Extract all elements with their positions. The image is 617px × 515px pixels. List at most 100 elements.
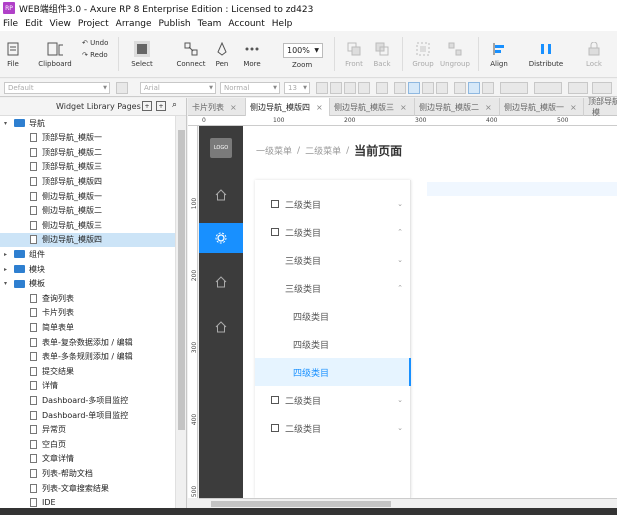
- page-tab[interactable]: 侧边导航_模版一 ×: [500, 98, 584, 116]
- tree-page[interactable]: Dashboard-单项目监控: [0, 408, 175, 422]
- connect-button[interactable]: Connect: [176, 31, 206, 78]
- tree-page[interactable]: 异常页: [0, 423, 175, 437]
- canvas-h-scrollbar[interactable]: [199, 498, 617, 508]
- chevron-down-icon[interactable]: ▾: [4, 120, 7, 127]
- undo-button[interactable]: ↶ Undo: [82, 39, 108, 47]
- tree-page[interactable]: 侧边导航_模版三: [0, 218, 175, 232]
- nav-home-item[interactable]: [199, 180, 243, 210]
- side-menu-item[interactable]: 三级类目 ⌃: [255, 274, 411, 302]
- line-color-button[interactable]: [534, 82, 562, 94]
- side-menu-item[interactable]: 二级类目 ⌄: [255, 190, 411, 218]
- redo-button[interactable]: ↷ Redo: [82, 51, 108, 59]
- pen-button[interactable]: Pen: [212, 31, 232, 78]
- tree-page[interactable]: 顶部导航_模版二: [0, 145, 175, 159]
- tree-page[interactable]: 提交结果: [0, 364, 175, 378]
- side-menu-item[interactable]: 二级类目 ⌄: [255, 414, 411, 442]
- zoom-select[interactable]: 100% ▼: [283, 43, 323, 58]
- tree-folder[interactable]: ▸ 模块: [0, 262, 175, 276]
- side-menu-item[interactable]: 三级类目 ⌄: [255, 246, 411, 274]
- style-select[interactable]: Default ▼: [4, 82, 110, 94]
- menu-file[interactable]: File: [3, 19, 18, 29]
- line-style-button[interactable]: [592, 82, 612, 94]
- valign-middle-button[interactable]: [468, 82, 480, 94]
- add-folder-icon[interactable]: +: [156, 101, 166, 111]
- side-menu-item[interactable]: 四级类目: [255, 302, 411, 330]
- menu-project[interactable]: Project: [78, 19, 109, 29]
- tree-page[interactable]: Dashboard-多项目监控: [0, 393, 175, 407]
- breadcrumb-item[interactable]: 二级菜单: [305, 144, 341, 157]
- back-button[interactable]: Back: [370, 31, 394, 78]
- tree-page[interactable]: 侧边导航_模版四: [0, 232, 175, 247]
- page-tab[interactable]: 侧边导航_模版四 ×: [246, 98, 330, 116]
- search-icon[interactable]: ⌕: [172, 100, 177, 110]
- tree-page[interactable]: 查询列表: [0, 291, 175, 305]
- tree-page[interactable]: 侧边导航_模版一: [0, 189, 175, 203]
- add-page-icon[interactable]: +: [142, 101, 152, 111]
- align-left-button[interactable]: [394, 82, 406, 94]
- breadcrumb-item[interactable]: 一级菜单: [256, 144, 292, 157]
- menu-publish[interactable]: Publish: [159, 19, 191, 29]
- fill-color-button[interactable]: [500, 82, 528, 94]
- align-button[interactable]: Align: [486, 31, 512, 78]
- justify-button[interactable]: [436, 82, 448, 94]
- valign-bottom-button[interactable]: [482, 82, 494, 94]
- design-canvas[interactable]: LOGO 一级菜单 / 二级菜单 / 当前页面 二级类目 ⌄ 二级类目 ⌃ 三级类目 ⌄ 三…: [199, 126, 617, 498]
- style-edit-button[interactable]: [116, 82, 128, 94]
- close-icon[interactable]: ×: [570, 103, 577, 112]
- menu-account[interactable]: Account: [228, 19, 264, 29]
- close-icon[interactable]: ×: [230, 103, 237, 112]
- file-button[interactable]: File: [4, 31, 22, 78]
- clipboard-icon[interactable]: [47, 41, 63, 57]
- tree-folder[interactable]: ▸ 组件: [0, 247, 175, 261]
- underline-button[interactable]: [358, 82, 370, 94]
- side-menu-item[interactable]: 四级类目: [255, 330, 411, 358]
- lock-button[interactable]: Lock: [584, 31, 604, 78]
- page-tab[interactable]: 卡片列表 ×: [188, 98, 246, 116]
- pages-scrollbar[interactable]: [175, 116, 186, 513]
- tree-page[interactable]: 顶部导航_模版四: [0, 174, 175, 188]
- group-button[interactable]: Group: [410, 31, 436, 78]
- font-size-select[interactable]: 13 ▼: [284, 82, 310, 94]
- page-tab[interactable]: 侧边导航_模版二 ×: [415, 98, 500, 116]
- page-tab[interactable]: 侧边导航_模版三 ×: [330, 98, 415, 116]
- side-menu-item[interactable]: 二级类目 ⌄: [255, 386, 411, 414]
- tree-page[interactable]: 侧边导航_模版二: [0, 204, 175, 218]
- menu-edit[interactable]: Edit: [25, 19, 42, 29]
- align-center-button[interactable]: [408, 82, 420, 94]
- valign-top-button[interactable]: [454, 82, 466, 94]
- menu-view[interactable]: View: [50, 19, 71, 29]
- align-right-button[interactable]: [422, 82, 434, 94]
- select-button[interactable]: Select: [124, 31, 160, 78]
- tree-page[interactable]: 表单-复杂数据添加 / 编辑: [0, 335, 175, 349]
- bold-button[interactable]: [330, 82, 342, 94]
- close-icon[interactable]: ×: [400, 103, 407, 112]
- line-width-button[interactable]: [568, 82, 588, 94]
- menu-arrange[interactable]: Arrange: [116, 19, 152, 29]
- side-menu-item[interactable]: 四级类目: [255, 358, 411, 386]
- font-select[interactable]: Arial ▼: [140, 82, 216, 94]
- distribute-button[interactable]: Distribute: [528, 31, 564, 78]
- chevron-down-icon[interactable]: ▾: [4, 280, 7, 287]
- tree-page[interactable]: 空白页: [0, 437, 175, 451]
- tree-page[interactable]: 卡片列表: [0, 306, 175, 320]
- bullet-list-button[interactable]: [376, 82, 388, 94]
- tree-page[interactable]: 文章详情: [0, 452, 175, 466]
- close-icon[interactable]: ×: [485, 103, 492, 112]
- nav-home-item[interactable]: [199, 312, 243, 342]
- chevron-right-icon[interactable]: ▸: [4, 266, 7, 273]
- weight-select[interactable]: Normal ▼: [220, 82, 280, 94]
- nav-settings-item[interactable]: [199, 223, 243, 253]
- scrollbar-thumb[interactable]: [211, 501, 391, 507]
- text-color-button[interactable]: [316, 82, 328, 94]
- side-menu-item[interactable]: 二级类目 ⌃: [255, 218, 411, 246]
- italic-button[interactable]: [344, 82, 356, 94]
- tree-page[interactable]: 详情: [0, 379, 175, 393]
- front-button[interactable]: Front: [342, 31, 366, 78]
- tree-page[interactable]: 顶部导航_模版一: [0, 131, 175, 145]
- scrollbar-thumb[interactable]: [178, 130, 185, 430]
- tree-page[interactable]: 列表-文章搜索结果: [0, 481, 175, 495]
- menu-help[interactable]: Help: [272, 19, 293, 29]
- tree-page[interactable]: 列表-帮助文档: [0, 466, 175, 480]
- nav-home-item[interactable]: [199, 267, 243, 297]
- tree-folder[interactable]: ▾ 模板: [0, 277, 175, 291]
